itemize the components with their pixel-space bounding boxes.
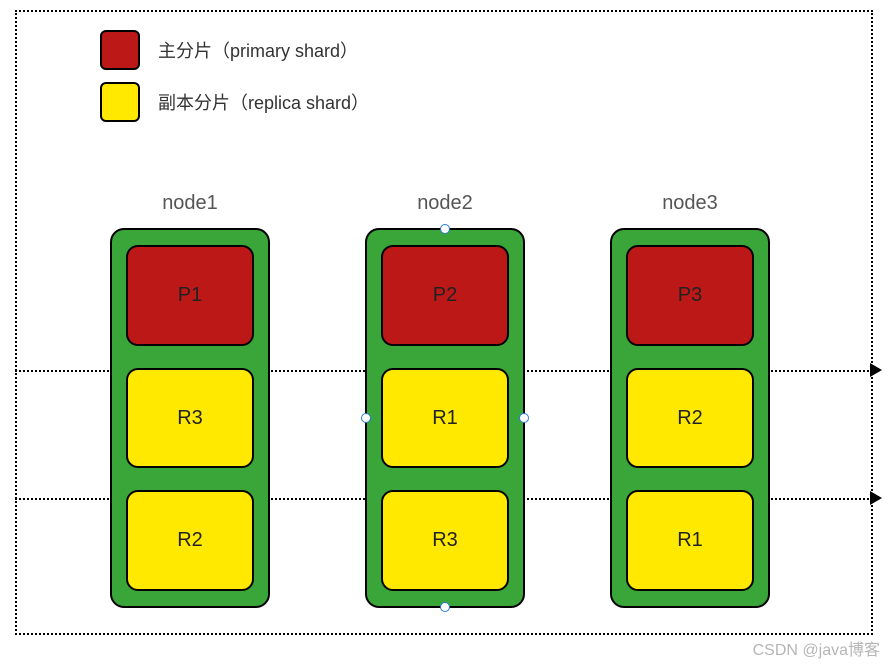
node3-replica-shard-b: R1 — [626, 490, 754, 591]
node2-replica-shard-a: R1 — [381, 368, 509, 469]
arrow-head-2-icon — [870, 491, 882, 505]
node1-primary-shard: P1 — [126, 245, 254, 346]
legend-primary-row: 主分片（primary shard） — [100, 30, 369, 70]
node3-container: P3 R2 R1 — [610, 228, 770, 608]
node1-replica-shard-a: R3 — [126, 368, 254, 469]
node2-title: node2 — [365, 192, 525, 215]
node3-title: node3 — [610, 192, 770, 215]
legend-replica-row: 副本分片（replica shard） — [100, 82, 369, 122]
arrow-head-1-icon — [870, 363, 882, 377]
node1-container: P1 R3 R2 — [110, 228, 270, 608]
node3-primary-shard: P3 — [626, 245, 754, 346]
node1-replica-shard-b: R2 — [126, 490, 254, 591]
node2-replica-shard-b: R3 — [381, 490, 509, 591]
legend-primary-label: 主分片（primary shard） — [158, 37, 358, 63]
selection-handle-top-icon[interactable] — [440, 224, 450, 234]
selection-handle-left-icon[interactable] — [361, 413, 371, 423]
node2-container[interactable]: P2 R1 R3 — [365, 228, 525, 608]
watermark-text: CSDN @java博客 — [753, 636, 880, 660]
legend: 主分片（primary shard） 副本分片（replica shard） — [100, 30, 369, 134]
selection-handle-right-icon[interactable] — [519, 413, 529, 423]
node3-replica-shard-a: R2 — [626, 368, 754, 469]
primary-swatch-icon — [100, 30, 140, 70]
node1-title: node1 — [110, 192, 270, 215]
selection-handle-bottom-icon[interactable] — [440, 602, 450, 612]
legend-replica-label: 副本分片（replica shard） — [158, 89, 369, 115]
replica-swatch-icon — [100, 82, 140, 122]
node2-primary-shard: P2 — [381, 245, 509, 346]
